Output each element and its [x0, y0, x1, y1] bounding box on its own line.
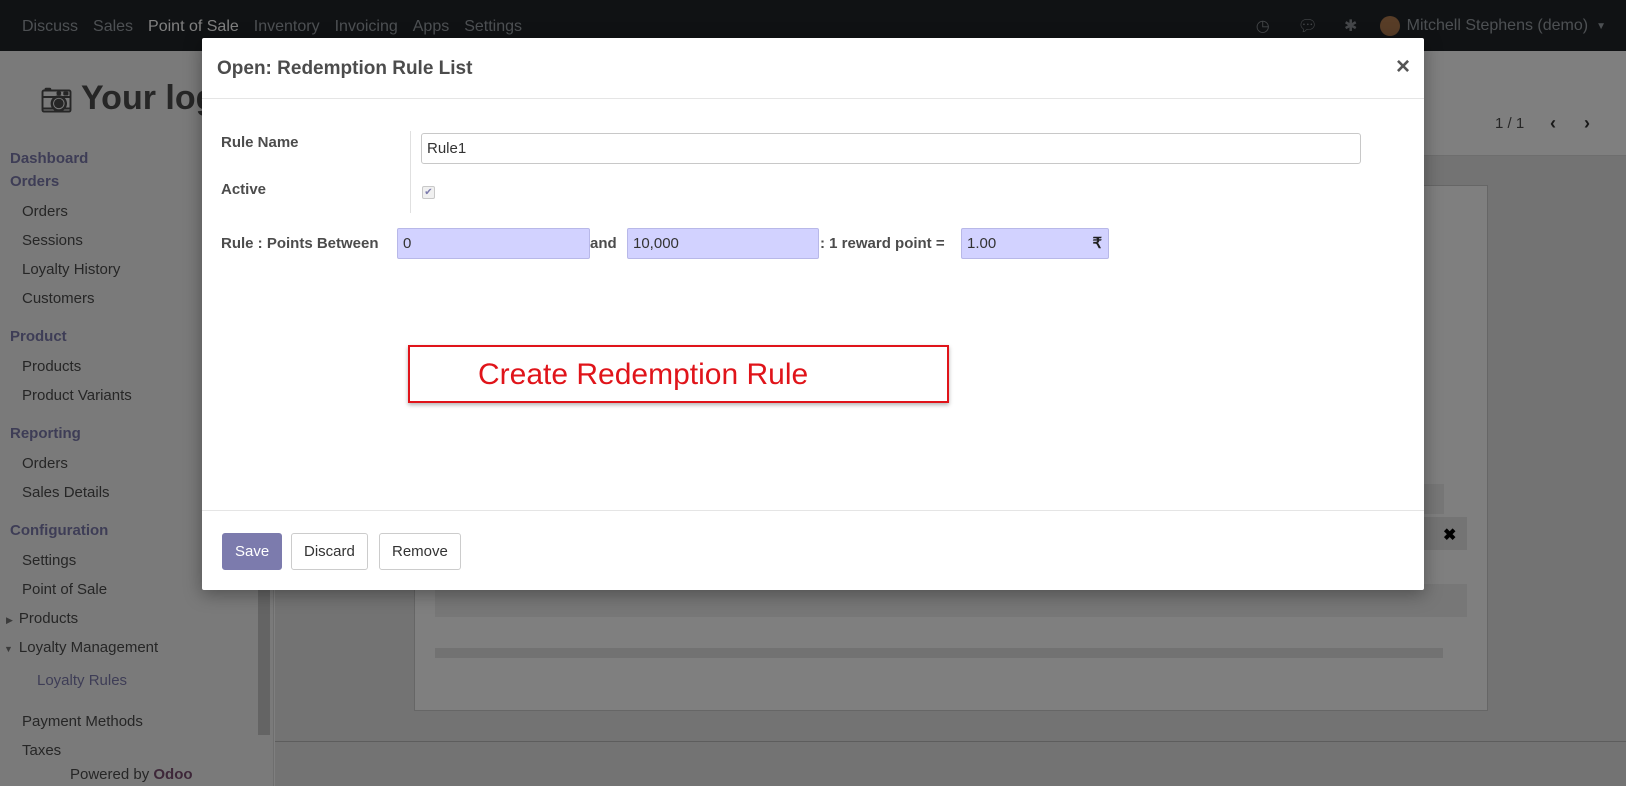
dialog-header: Open: Redemption Rule List × [202, 38, 1424, 99]
active-label: Active [221, 181, 267, 198]
annotation-text: Create Redemption Rule [478, 358, 809, 391]
points-between-label: Rule : Points Between [221, 235, 379, 252]
rule-name-label: Rule Name [221, 134, 299, 151]
reward-value: 1.00 [967, 235, 997, 252]
reward-value-input[interactable]: 1.00 ₹ [961, 228, 1109, 259]
save-button[interactable]: Save [222, 533, 283, 570]
rule-name-input[interactable]: Rule1 [421, 133, 1361, 164]
close-icon[interactable]: × [1396, 53, 1410, 81]
redemption-rule-dialog: Open: Redemption Rule List × Rule Name R… [202, 38, 1424, 590]
discard-button[interactable]: Discard [291, 533, 368, 570]
points-from-input[interactable]: 0 [397, 228, 590, 259]
remove-button[interactable]: Remove [379, 533, 461, 570]
points-to-input[interactable]: 10,000 [627, 228, 819, 259]
and-label: and [590, 235, 617, 252]
reward-point-label: : 1 reward point = [820, 235, 945, 252]
rupee-icon: ₹ [1092, 235, 1102, 252]
annotation-box: Create Redemption Rule [408, 345, 949, 403]
dialog-title: Open: Redemption Rule List [217, 58, 473, 79]
active-checkbox[interactable]: ✔ [422, 186, 435, 199]
label-divider [410, 131, 411, 213]
dialog-footer: Save Discard Remove [202, 510, 1424, 590]
